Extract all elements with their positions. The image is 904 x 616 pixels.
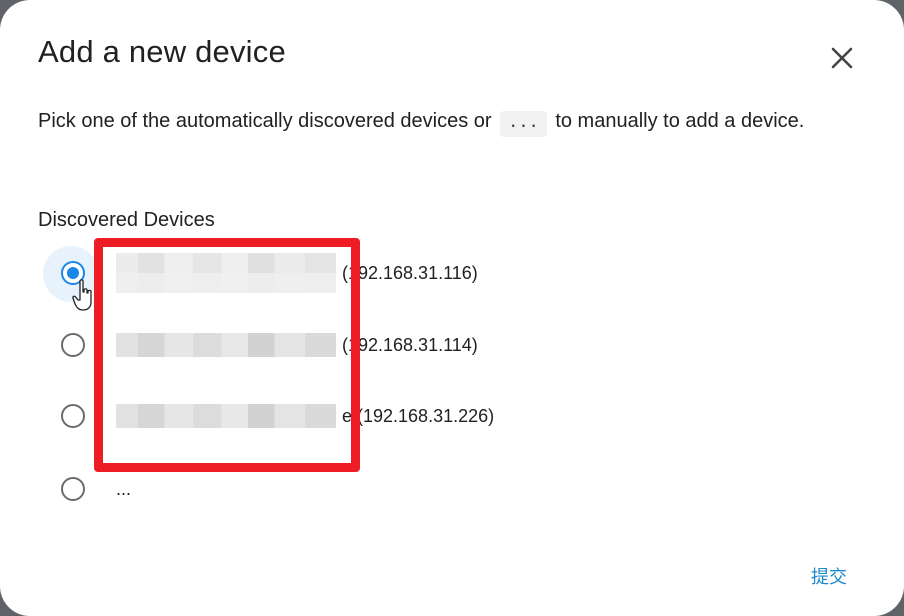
- submit-button[interactable]: 提交: [796, 556, 862, 596]
- radio-wrap-3: [40, 386, 106, 446]
- close-button[interactable]: [820, 36, 864, 80]
- device-option-1[interactable]: (192.168.31.116): [40, 243, 560, 303]
- device-ip-3: e (192.168.31.226): [342, 405, 495, 426]
- device-ip-1: (192.168.31.116): [342, 262, 478, 283]
- radio-button-2[interactable]: [61, 333, 85, 357]
- redacted-device-name: [116, 333, 336, 357]
- radio-button-3[interactable]: [61, 404, 85, 428]
- device-ip-2: (192.168.31.114): [342, 334, 478, 355]
- add-device-dialog: Add a new device Pick one of the automat…: [0, 0, 904, 616]
- redacted-device-name: [116, 404, 336, 428]
- description-text-end: to manually to add a device.: [555, 110, 805, 132]
- radio-wrap-4: [40, 459, 106, 519]
- device-option-label-3: e (192.168.31.226): [116, 404, 494, 428]
- device-option-label-1: (192.168.31.116): [116, 253, 478, 293]
- device-option-manual[interactable]: ...: [40, 459, 560, 519]
- device-option-2[interactable]: (192.168.31.114): [40, 315, 560, 375]
- close-icon: [831, 47, 853, 69]
- discovered-devices-label: Discovered Devices: [38, 209, 215, 231]
- radio-button-manual[interactable]: [61, 477, 85, 501]
- manual-code-chip: ...: [500, 111, 547, 137]
- description-text-start: Pick one of the automatically discovered…: [38, 110, 492, 132]
- dialog-description: Pick one of the automatically discovered…: [38, 105, 838, 138]
- manual-option-label: ...: [116, 478, 132, 499]
- device-option-label-2: (192.168.31.114): [116, 333, 478, 357]
- device-option-3[interactable]: e (192.168.31.226): [40, 386, 560, 446]
- hand-cursor-icon: [72, 279, 92, 311]
- radio-wrap-2: [40, 315, 106, 375]
- dialog-title: Add a new device: [38, 34, 286, 69]
- redacted-device-name: [116, 253, 336, 293]
